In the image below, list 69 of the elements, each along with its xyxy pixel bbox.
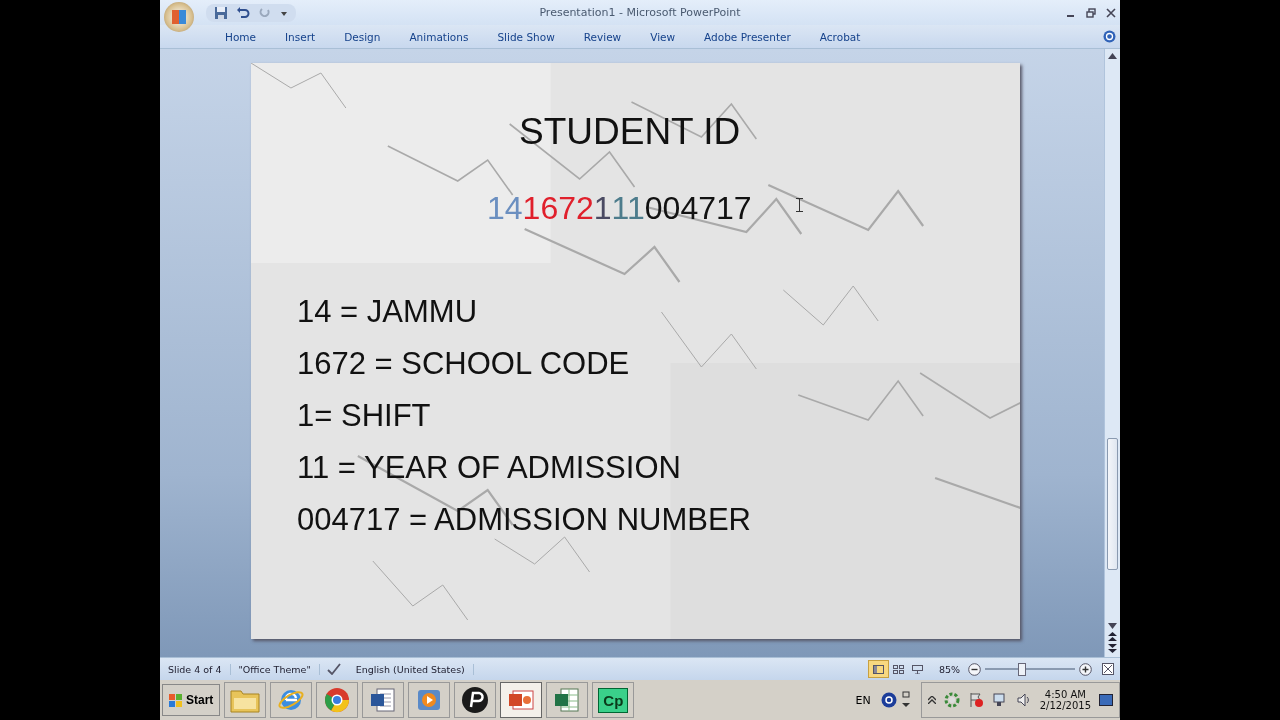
network-icon[interactable] (991, 692, 1008, 708)
grid-icon (892, 664, 904, 674)
ribbon-tab[interactable]: Acrobat (809, 30, 871, 43)
ribbon-tab[interactable]: Review (573, 30, 632, 43)
input-language[interactable]: EN (855, 693, 871, 707)
id-digits: 14 (487, 190, 523, 227)
vertical-scrollbar[interactable] (1104, 49, 1120, 657)
save-icon[interactable] (214, 5, 228, 20)
slide-number: Slide 4 of 4 (160, 663, 231, 675)
fit-slide-icon[interactable] (1102, 663, 1114, 675)
browser-icon (323, 686, 352, 714)
text-cursor-icon (796, 198, 803, 212)
close-icon[interactable] (1106, 7, 1116, 18)
flag-icon[interactable] (967, 692, 984, 708)
slide-text-line: 1= SHIFT (297, 397, 432, 435)
id-digits: 004717 (644, 190, 752, 227)
normal-view-icon (872, 664, 884, 674)
scroll-down-icon (1108, 623, 1117, 629)
folder-icon (230, 687, 261, 713)
speaker-icon[interactable] (1015, 692, 1032, 708)
window-title: Presentation1 - Microsoft PowerPoint (539, 6, 741, 19)
help-icon[interactable] (1103, 30, 1116, 43)
restore-icon[interactable] (1086, 7, 1096, 18)
language[interactable]: English (United States) (347, 663, 474, 675)
spell-check-icon[interactable] (325, 663, 342, 675)
windows-logo-icon (169, 693, 183, 707)
ribbon-tab[interactable]: Insert (275, 30, 326, 43)
show-desktop-icon[interactable] (1099, 694, 1113, 706)
slide-text-line: 14 = JAMMU (297, 293, 479, 331)
chevron-up-icon[interactable] (927, 696, 936, 704)
office-button[interactable] (164, 1, 194, 32)
undo-icon[interactable] (236, 5, 250, 20)
start-button[interactable]: Start (162, 684, 221, 716)
slide-text-line: 1672 = SCHOOL CODE (297, 345, 631, 383)
id-digits: 11 (611, 190, 645, 227)
normal-view-button[interactable] (867, 660, 889, 678)
zoom-slider[interactable] (985, 662, 1075, 676)
scroll-thumb[interactable] (1107, 438, 1118, 570)
ribbon-tab[interactable]: Adobe Presenter (694, 30, 801, 43)
clock-time[interactable]: 4:50 AM (1044, 689, 1086, 700)
previous-slide-icon[interactable] (1108, 632, 1117, 641)
spreadsheet-icon (553, 686, 582, 714)
document-icon (369, 686, 398, 714)
taskbar-app-button[interactable]: Cp (592, 682, 635, 718)
zoom-in-icon[interactable] (1079, 662, 1092, 676)
clock-date[interactable]: 2/12/2015 (1039, 700, 1091, 711)
id-digits: 1 (593, 190, 612, 227)
projector-screen-icon (911, 664, 923, 674)
taskbar-app-button[interactable] (454, 682, 497, 718)
help-icon[interactable] (880, 692, 897, 708)
ribbon-tab[interactable]: View (640, 30, 686, 43)
id-digits: 1672 (522, 190, 594, 227)
gear-icon[interactable] (943, 692, 960, 708)
slide-text-line: 004717 = ADMISSION NUMBER (297, 501, 752, 539)
ribbon-tab[interactable]: Home (215, 30, 266, 43)
ribbon-tab[interactable]: Slide Show (487, 30, 565, 43)
restore-icon[interactable] (900, 691, 911, 709)
app-icon (461, 686, 490, 714)
zoom-thumb[interactable] (1018, 663, 1026, 676)
zoom-out-icon[interactable] (968, 662, 981, 676)
slide-text-line: 11 = YEAR OF ADMISSION (297, 449, 682, 487)
scroll-up-icon (1108, 53, 1117, 59)
slide-title: STUDENT ID (519, 111, 742, 153)
zoom-percent[interactable]: 85% (938, 663, 960, 675)
theme-name: "Office Theme" (230, 663, 320, 675)
next-slide-icon[interactable] (1108, 644, 1117, 653)
ribbon-tab[interactable]: Design (334, 30, 391, 43)
taskbar-app-button[interactable] (362, 682, 405, 718)
ribbon-tab[interactable]: Animations (399, 30, 479, 43)
